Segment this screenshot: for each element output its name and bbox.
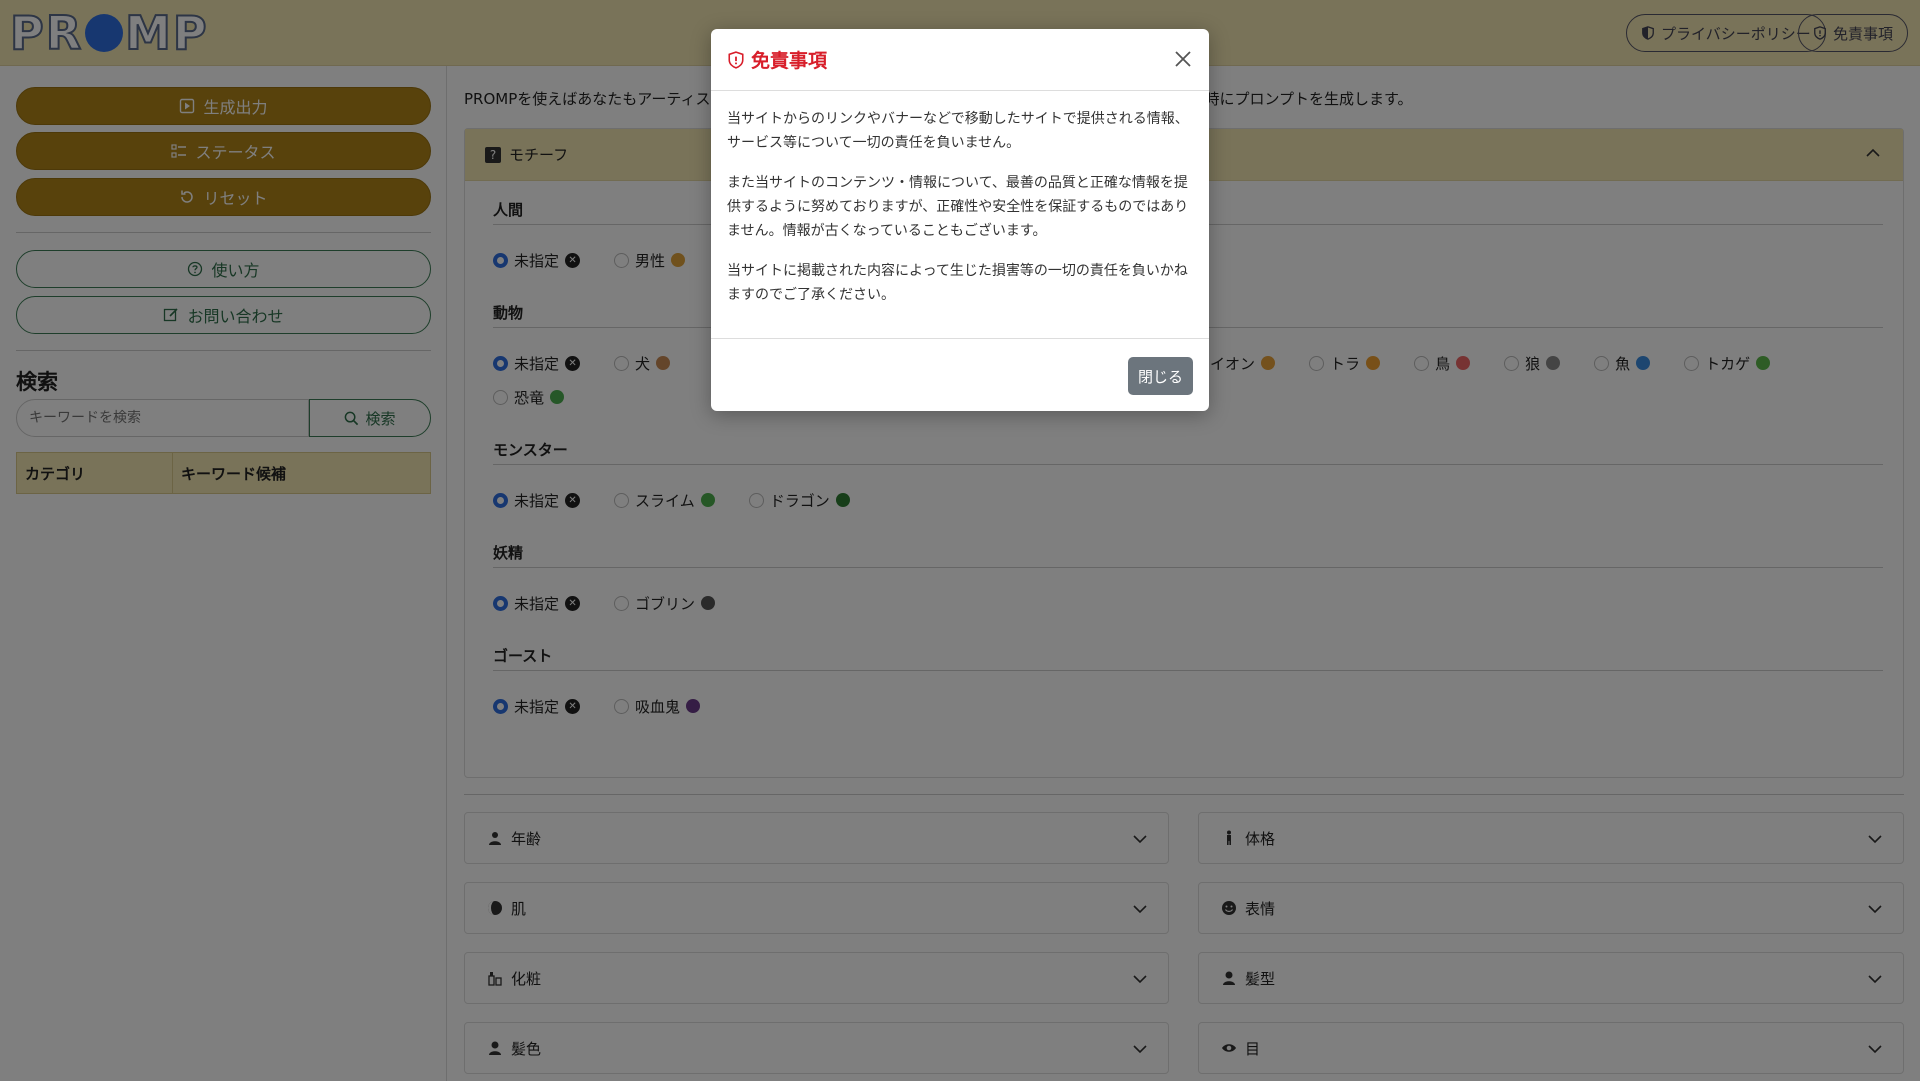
modal-paragraph: 当サイトからのリンクやバナーなどで移動したサイトで提供される情報、サービス等につ… xyxy=(727,111,1189,151)
modal-header: 免責事項 xyxy=(711,29,1209,91)
modal-paragraph: また当サイトのコンテンツ・情報について、最善の品質と正確な情報を提供するように努… xyxy=(727,175,1189,239)
modal-close-button[interactable]: 閉じる xyxy=(1128,357,1193,395)
modal-paragraph: 当サイトに掲載された内容によって生じた損害等の一切の責任を負いかねますのでご了承… xyxy=(727,263,1188,303)
shield-exclamation-icon xyxy=(728,50,744,69)
disclaimer-modal: 免責事項 当サイトからのリンクやバナーなどで移動したサイトで提供される情報、サー… xyxy=(711,29,1209,411)
modal-title: 免責事項 xyxy=(751,50,828,72)
modal-body: 当サイトからのリンクやバナーなどで移動したサイトで提供される情報、サービス等につ… xyxy=(711,91,1209,339)
close-icon[interactable] xyxy=(1171,47,1195,71)
